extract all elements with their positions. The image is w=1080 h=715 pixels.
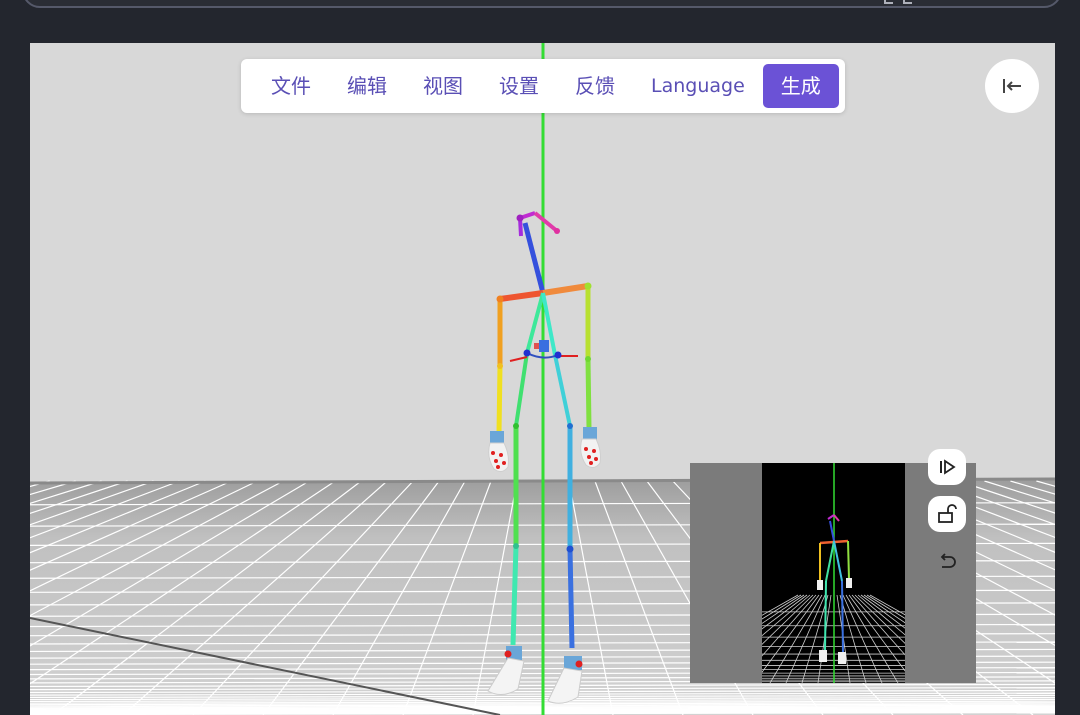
preview-camera-view[interactable]: [762, 463, 905, 683]
menu-file[interactable]: 文件: [253, 64, 329, 108]
menu-feedback[interactable]: 反馈: [557, 64, 633, 108]
3d-viewport[interactable]: 文件 编辑 视图 设置 反馈 Language 生成: [30, 43, 1055, 715]
play-step-button[interactable]: [928, 449, 966, 485]
main-menubar: 文件 编辑 视图 设置 反馈 Language 生成: [241, 59, 845, 113]
address-bar-icons: [884, 0, 912, 4]
menu-language[interactable]: Language: [633, 64, 763, 108]
preview-scene: [762, 463, 905, 683]
menu-edit[interactable]: 编辑: [329, 64, 405, 108]
collapse-left-icon: [1003, 79, 1021, 93]
menu-settings[interactable]: 设置: [481, 64, 557, 108]
address-bar[interactable]: [22, 0, 1062, 8]
play-step-icon: [940, 459, 956, 475]
generate-button[interactable]: 生成: [762, 64, 839, 108]
undo-button[interactable]: [928, 543, 966, 579]
collapse-panel-button[interactable]: [985, 59, 1039, 113]
preview-panel: [690, 449, 976, 683]
unlock-button[interactable]: [928, 496, 966, 532]
menu-view[interactable]: 视图: [405, 64, 481, 108]
undo-icon: [940, 553, 956, 568]
unlock-icon: [938, 504, 957, 523]
